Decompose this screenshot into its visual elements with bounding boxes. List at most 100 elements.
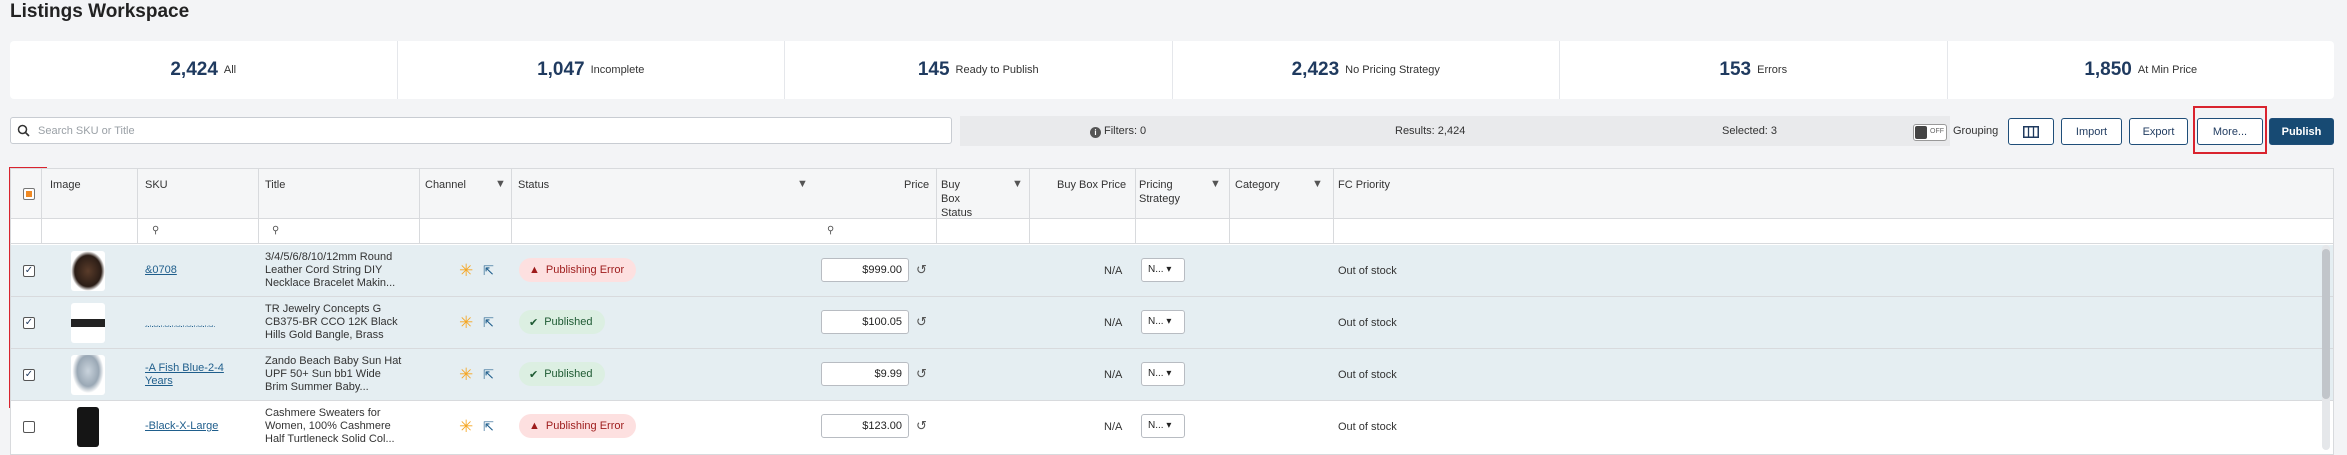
strategy-value: N... [1148, 368, 1164, 379]
title-cell: TR Jewelry Concepts G CB375-BR CCO 12K B… [265, 303, 398, 341]
table-row[interactable]: &0708 3/4/5/6/8/10/12mm Round Leather Co… [11, 245, 2333, 297]
warning-icon: ▲ [529, 264, 540, 276]
stat-value: 2,424 [170, 59, 218, 80]
stat-ready-to-publish[interactable]: 145 Ready to Publish [785, 41, 1173, 99]
external-link-icon[interactable]: ⇱ [483, 368, 494, 381]
header-channel[interactable]: Channel [425, 178, 466, 192]
row-checkbox[interactable] [23, 317, 35, 329]
select-all-checkbox[interactable] [23, 188, 35, 200]
filter-icon[interactable]: ▼ [1210, 178, 1221, 190]
status-label: Publishing Error [545, 420, 625, 432]
pricing-strategy-select[interactable]: N... ▾ [1141, 310, 1185, 334]
vertical-scrollbar[interactable] [2322, 245, 2330, 450]
price-input[interactable]: $100.05 [821, 310, 909, 334]
title-cell: 3/4/5/6/8/10/12mm Round Leather Cord Str… [265, 251, 396, 289]
column-divider [1333, 169, 1334, 244]
column-divider [137, 169, 138, 244]
status-badge: ▲ Publishing Error [519, 258, 637, 282]
walmart-spark-icon: ✳ [459, 261, 474, 280]
sku-link[interactable]: -A Fish Blue-2-4 Years [145, 362, 245, 388]
pricing-strategy-select[interactable]: N... ▾ [1141, 258, 1185, 282]
publish-button[interactable]: Publish [2269, 118, 2334, 145]
table-row[interactable]: -A Fish Blue-2-4 Years Zando Beach Baby … [11, 349, 2333, 401]
buybox-price-value: N/A [1104, 317, 1123, 329]
more-button[interactable]: More... [2197, 118, 2263, 145]
header-buybox-price[interactable]: Buy Box Price [1057, 178, 1126, 192]
search-input[interactable] [36, 123, 951, 138]
search-icon[interactable]: ⚲ [152, 225, 159, 236]
header-title[interactable]: Title [265, 178, 285, 192]
product-image [77, 407, 99, 447]
price-input[interactable]: $123.00 [821, 414, 909, 438]
external-link-icon[interactable]: ⇱ [483, 316, 494, 329]
external-link-icon[interactable]: ⇱ [483, 264, 494, 277]
warning-icon: ▲ [529, 420, 540, 432]
toolbar: iFilters: 0 Results: 2,424 Selected: 3 O… [10, 116, 2334, 146]
stat-incomplete[interactable]: 1,047 Incomplete [398, 41, 785, 99]
check-circle-icon: ✔ [529, 368, 539, 381]
table-row[interactable]: -Black-X-Large Cashmere Sweaters for Wom… [11, 401, 2333, 453]
filters-info[interactable]: i Filters: 0 [1090, 125, 1146, 138]
selected-count: Selected: 3 [1722, 125, 1778, 137]
export-button[interactable]: Export [2129, 118, 2188, 145]
history-icon[interactable]: ↺ [916, 367, 927, 380]
stat-value: 1,047 [537, 59, 585, 80]
column-divider [511, 169, 512, 244]
stat-label: Ready to Publish [955, 64, 1039, 76]
sku-link[interactable]: &0708 [145, 264, 177, 277]
search-icon[interactable]: ⚲ [272, 225, 279, 236]
row-checkbox[interactable] [23, 421, 35, 433]
stat-no-pricing-strategy[interactable]: 2,423 No Pricing Strategy [1173, 41, 1560, 99]
header-price[interactable]: Price [904, 178, 929, 192]
walmart-spark-icon: ✳ [459, 365, 474, 384]
stat-value: 2,423 [1291, 59, 1340, 80]
row-checkbox[interactable] [23, 265, 35, 277]
header-buybox-status[interactable]: Buy Box Status [941, 178, 981, 220]
header-status[interactable]: Status [518, 178, 549, 192]
stat-errors[interactable]: 153 Errors [1560, 41, 1948, 99]
history-icon[interactable]: ↺ [916, 315, 927, 328]
filter-icon[interactable]: ▼ [495, 178, 506, 190]
chevron-down-icon: ▾ [1166, 420, 1172, 431]
product-image [71, 251, 105, 291]
grouping-toggle[interactable]: OFF [1913, 124, 1947, 141]
price-input[interactable]: $9.99 [821, 362, 909, 386]
fc-priority-value: Out of stock [1338, 369, 1397, 381]
status-label: Published [544, 368, 593, 380]
column-divider [1029, 169, 1030, 244]
buybox-price-value: N/A [1104, 369, 1123, 381]
table-header: Image SKU Title Channel ▼ Status ▼ Price… [11, 169, 2333, 219]
status-label: Publishing Error [545, 264, 625, 276]
table-row[interactable]: ˌˌˌˌˌˌˌˌˌˌˌˌˌˌˌˌˌˌˌ TR Jewelry Concepts … [11, 297, 2333, 349]
import-button[interactable]: Import [2061, 118, 2122, 145]
header-fc-priority[interactable]: FC Priority [1338, 178, 1390, 192]
toggle-knob [1915, 126, 1927, 139]
stat-at-min-price[interactable]: 1,850 At Min Price [1948, 41, 2335, 99]
external-link-icon[interactable]: ⇱ [483, 420, 494, 433]
sku-link[interactable]: -Black-X-Large [145, 420, 218, 433]
pricing-strategy-select[interactable]: N... ▾ [1141, 362, 1185, 386]
header-pricing-strategy[interactable]: Pricing Strategy [1139, 178, 1191, 206]
stat-all[interactable]: 2,424 All [10, 41, 398, 99]
price-input[interactable]: $999.00 [821, 258, 909, 282]
scrollbar-thumb[interactable] [2322, 249, 2330, 399]
history-icon[interactable]: ↺ [916, 419, 927, 432]
column-divider [258, 169, 259, 244]
chevron-down-icon: ▾ [1166, 264, 1172, 275]
sku-link[interactable]: ˌˌˌˌˌˌˌˌˌˌˌˌˌˌˌˌˌˌˌ [145, 316, 255, 329]
pricing-strategy-select[interactable]: N... ▾ [1141, 414, 1185, 438]
header-category[interactable]: Category [1235, 178, 1280, 192]
filter-icon[interactable]: ▼ [1312, 178, 1323, 190]
column-divider [1135, 169, 1136, 244]
buybox-price-value: N/A [1104, 421, 1123, 433]
row-checkbox[interactable] [23, 369, 35, 381]
stat-value: 153 [1719, 59, 1752, 80]
filter-icon[interactable]: ▼ [1012, 178, 1023, 190]
fc-priority-value: Out of stock [1338, 317, 1397, 329]
filter-icon[interactable]: ▼ [797, 178, 808, 190]
columns-button[interactable] [2008, 118, 2054, 145]
search-icon[interactable]: ⚲ [827, 225, 834, 236]
header-sku[interactable]: SKU [145, 178, 168, 192]
history-icon[interactable]: ↺ [916, 263, 927, 276]
stat-label: Incomplete [590, 64, 645, 76]
